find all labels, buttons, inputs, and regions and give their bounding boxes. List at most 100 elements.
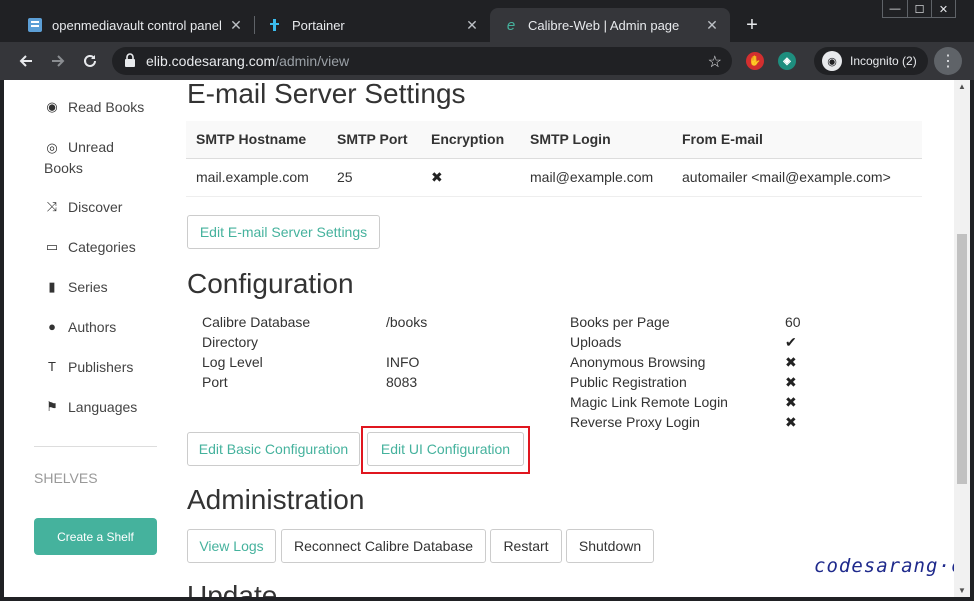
highlight-box xyxy=(361,426,530,474)
cross-icon: ✖ xyxy=(785,414,797,430)
config-label-anonymous-browsing: Anonymous Browsing xyxy=(570,354,706,370)
config-label-reverse-proxy: Reverse Proxy Login xyxy=(570,414,700,430)
tab-title: openmediavault control panel - c xyxy=(52,17,226,33)
lock-icon xyxy=(124,52,140,70)
minimize-button[interactable]: — xyxy=(883,0,907,18)
url-host: elib.codesarang.com xyxy=(146,53,276,69)
table-row: mail.example.com 25 ✖ mail@example.com a… xyxy=(186,158,922,197)
table-header-row: SMTP Hostname SMTP Port Encryption SMTP … xyxy=(186,121,922,159)
close-tab-icon[interactable]: ✕ xyxy=(702,17,722,34)
configuration-heading: Configuration xyxy=(187,268,354,299)
sidebar-item-label: Publishers xyxy=(68,359,134,375)
config-value-books-per-page: 60 xyxy=(785,314,801,330)
hand-extension-icon[interactable]: ✋ xyxy=(746,52,764,70)
sidebar-item-label: Series xyxy=(68,279,108,295)
create-shelf-button[interactable]: Create a Shelf xyxy=(34,518,157,555)
cross-icon: ✖ xyxy=(431,168,443,185)
sidebar-item-label: Read Books xyxy=(68,99,145,115)
watermark-text: codesarang·com xyxy=(814,555,970,577)
config-label-books-per-page: Books per Page xyxy=(570,314,670,330)
config-value-calibre-db: /books xyxy=(386,314,428,330)
scrollbar-thumb[interactable] xyxy=(957,234,967,484)
reconnect-calibre-database-button[interactable]: Reconnect Calibre Database xyxy=(281,529,486,563)
url-text: elib.codesarang.com/admin/view xyxy=(146,53,349,69)
restart-button[interactable]: Restart xyxy=(490,529,562,563)
tab-strip: openmediavault control panel - c ✕ Porta… xyxy=(0,0,974,42)
address-bar[interactable]: elib.codesarang.com/admin/view ☆ xyxy=(112,47,732,75)
sidebar-item-read-books[interactable]: ◉ Read Books xyxy=(44,97,144,117)
edit-email-settings-button[interactable]: Edit E-mail Server Settings xyxy=(187,215,380,249)
sidebar-item-languages[interactable]: ⚑ Languages xyxy=(44,397,137,417)
sidebar-item-publishers[interactable]: T Publishers xyxy=(44,357,133,377)
scroll-up-arrow-icon[interactable]: ▲ xyxy=(958,82,966,91)
column-header: Encryption xyxy=(421,121,520,159)
eye-icon: ◉ xyxy=(46,99,58,114)
tab-portainer[interactable]: Portainer ✕ xyxy=(254,8,490,42)
tab-title: Calibre-Web | Admin page xyxy=(528,17,680,33)
config-label-uploads: Uploads xyxy=(570,334,622,350)
close-tab-icon[interactable]: ✕ xyxy=(226,17,246,34)
config-label-log-level: Log Level xyxy=(202,354,263,370)
email-settings-heading: E-mail Server Settings xyxy=(187,80,466,109)
update-heading: Update xyxy=(187,580,278,597)
scroll-down-arrow-icon[interactable]: ▼ xyxy=(958,586,966,595)
tab-calibre-web[interactable]: e Calibre-Web | Admin page ✕ xyxy=(490,8,730,42)
smtp-port-cell: 25 xyxy=(327,158,421,197)
administration-heading: Administration xyxy=(187,484,365,515)
cross-icon: ✖ xyxy=(785,354,797,370)
config-value-log-level: INFO xyxy=(386,354,420,370)
sidebar-item-series[interactable]: ▮ Series xyxy=(44,277,108,297)
sidebar-item-label: Languages xyxy=(68,399,138,415)
extension-icon[interactable]: ◈ xyxy=(778,52,796,70)
incognito-indicator[interactable]: ◉ Incognito (2) xyxy=(814,47,928,75)
tab-openmediavault[interactable]: openmediavault control panel - c ✕ xyxy=(14,8,254,42)
column-header: SMTP Port xyxy=(327,121,421,159)
openmediavault-favicon-icon xyxy=(28,18,42,32)
user-icon: ● xyxy=(48,319,56,334)
reload-button[interactable] xyxy=(80,51,100,71)
page-viewport: ◉ Read Books ◎ Unread Books ⤨ Discover ▭ Cat… xyxy=(4,80,970,597)
column-header: From E-mail xyxy=(672,121,922,159)
shelves-heading: SHELVES xyxy=(34,470,98,486)
close-tab-icon[interactable]: ✕ xyxy=(462,17,482,34)
column-header: SMTP Login xyxy=(520,121,672,159)
forward-button[interactable] xyxy=(48,51,68,71)
check-icon: ✔ xyxy=(785,334,797,350)
sidebar-item-label: Categories xyxy=(68,239,136,255)
config-value-port: 8083 xyxy=(386,374,418,390)
smtp-settings-table: SMTP Hostname SMTP Port Encryption SMTP … xyxy=(186,121,922,197)
bookmark-star-icon[interactable]: ☆ xyxy=(708,52,722,72)
eye-slash-icon: ◎ xyxy=(46,140,58,155)
sidebar-item-categories[interactable]: ▭ Categories xyxy=(44,237,136,257)
bookmark-icon: ▮ xyxy=(48,279,56,294)
calibre-web-favicon-icon: e xyxy=(506,16,516,34)
url-path: /admin/view xyxy=(275,53,350,69)
edit-basic-configuration-button[interactable]: Edit Basic Configuration xyxy=(187,432,360,466)
config-label-magic-link: Magic Link Remote Login xyxy=(570,394,728,410)
cross-icon: ✖ xyxy=(785,394,797,410)
close-window-button[interactable]: ✕ xyxy=(931,0,955,18)
config-label-port: Port xyxy=(202,374,228,390)
sidebar-item-authors[interactable]: ● Authors xyxy=(44,317,116,337)
sidebar-item-unread-books[interactable]: ◎ Unread Books xyxy=(44,137,134,178)
flag-icon: ⚑ xyxy=(46,399,58,414)
from-email-cell: automailer <mail@example.com> xyxy=(672,158,922,197)
shutdown-button[interactable]: Shutdown xyxy=(566,529,654,563)
sidebar-item-label: Discover xyxy=(68,199,123,215)
new-tab-button[interactable]: + xyxy=(742,14,762,37)
sidebar-item-discover[interactable]: ⤨ Discover xyxy=(44,197,123,217)
encryption-cell: ✖ xyxy=(421,158,520,197)
view-logs-button[interactable]: View Logs xyxy=(187,529,276,563)
config-label-calibre-db: Calibre Database Directory xyxy=(202,314,311,350)
browser-window: openmediavault control panel - c ✕ Porta… xyxy=(0,0,974,601)
shuffle-icon: ⤨ xyxy=(46,199,58,214)
smtp-login-cell: mail@example.com xyxy=(520,158,672,197)
vertical-scrollbar[interactable]: ▲ ▼ xyxy=(954,80,970,597)
browser-menu-button[interactable]: ⋮ xyxy=(934,47,962,75)
inbox-icon: ▭ xyxy=(45,239,59,254)
sidebar-item-label-wrap: ◎ Unread Books xyxy=(44,137,134,178)
maximize-button[interactable]: ☐ xyxy=(907,0,931,18)
sidebar-item-label: Authors xyxy=(68,319,117,335)
back-button[interactable] xyxy=(16,51,36,71)
sidebar: ◉ Read Books ◎ Unread Books ⤨ Discover ▭ Cat… xyxy=(4,80,174,597)
